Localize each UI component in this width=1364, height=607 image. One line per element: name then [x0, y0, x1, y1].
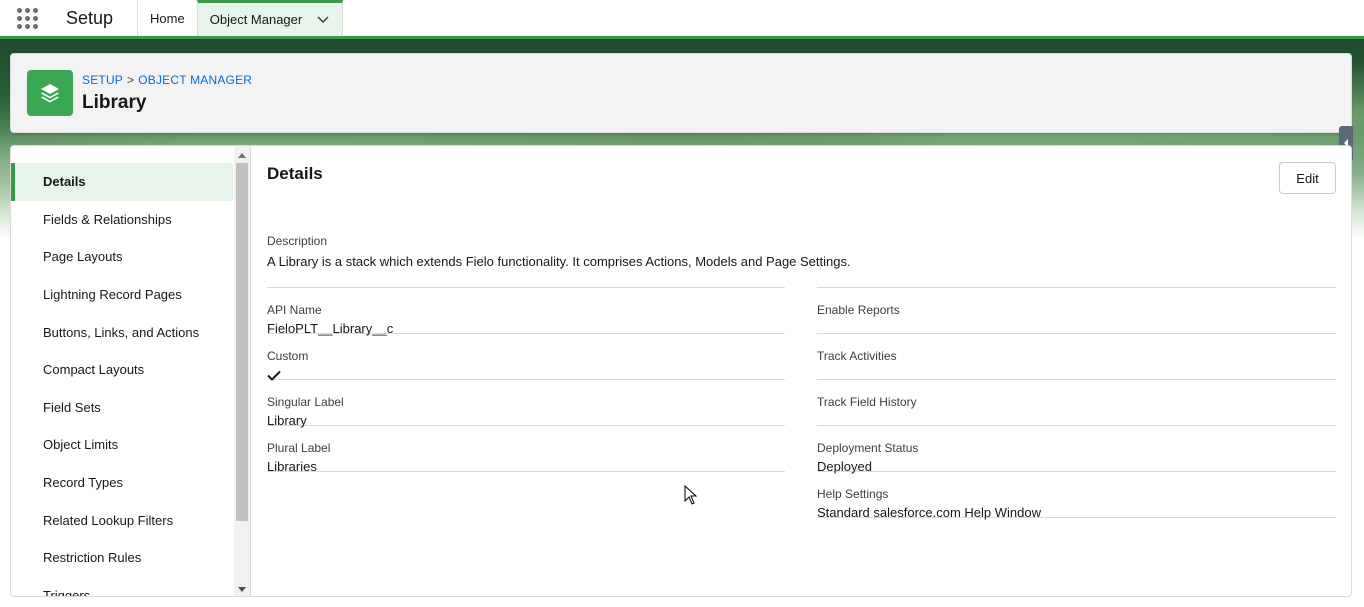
track-field-history-field: Track Field History	[817, 380, 1336, 426]
plural-label-label: Plural Label	[267, 441, 331, 455]
app-name: Setup	[66, 7, 114, 28]
page-header: SETUP > OBJECT MANAGER Library	[10, 53, 1353, 160]
breadcrumb-separator: >	[127, 72, 135, 87]
sidebar-scrollbar[interactable]	[234, 146, 250, 596]
description-field: Description A Library is a stack which e…	[267, 234, 1336, 270]
deployment-status-label: Deployment Status	[817, 441, 919, 455]
scroll-down-icon[interactable]	[234, 582, 250, 596]
sidebar-item-label: Fields & Relationships	[43, 211, 172, 227]
sidebar-item-restriction-rules[interactable]: Restriction Rules	[11, 539, 233, 577]
deployment-status-field: Deployment Status Deployed	[817, 426, 1336, 474]
details-panel: Details Edit Description A Library is a …	[267, 146, 1337, 596]
sidebar-item-label: Details	[43, 174, 86, 190]
sidebar-item-related-lookup-filters[interactable]: Related Lookup Filters	[11, 501, 233, 539]
track-activities-field: Track Activities	[817, 334, 1336, 380]
sidebar-item-label: Field Sets	[43, 399, 101, 415]
sidebar-item-label: Buttons, Links, and Actions	[43, 324, 200, 340]
app-launcher-icon	[16, 7, 38, 29]
sidebar-item-buttons-links-actions[interactable]: Buttons, Links, and Actions	[11, 313, 233, 351]
sidebar-item-compact-layouts[interactable]: Compact Layouts	[11, 351, 233, 389]
breadcrumb-setup[interactable]: SETUP	[82, 73, 123, 87]
sidebar-item-label: Record Types	[43, 475, 123, 491]
sidebar-item-label: Related Lookup Filters	[43, 512, 174, 528]
sidebar-item-label: Compact Layouts	[43, 362, 145, 378]
tab-home[interactable]: Home	[137, 0, 197, 36]
track-field-history-label: Track Field History	[817, 395, 917, 409]
sidebar-item-label: Restriction Rules	[43, 550, 142, 566]
sidebar-item-details[interactable]: Details	[11, 163, 233, 201]
sidebar: Details Fields & Relationships Page Layo…	[11, 146, 251, 597]
singular-label-label: Singular Label	[267, 395, 344, 409]
plural-label-field: Plural Label Libraries	[267, 426, 785, 474]
sidebar-item-triggers[interactable]: Triggers	[11, 577, 233, 597]
scrollbar-thumb[interactable]	[236, 163, 248, 521]
sidebar-item-record-types[interactable]: Record Types	[11, 464, 233, 502]
tab-object-manager-label: Object Manager	[209, 12, 303, 27]
help-settings-label: Help Settings	[817, 487, 889, 501]
chevron-down-icon[interactable]	[316, 13, 330, 27]
sidebar-item-label: Lightning Record Pages	[43, 287, 182, 303]
sidebar-item-label: Object Limits	[43, 437, 119, 453]
sidebar-item-field-sets[interactable]: Field Sets	[11, 389, 233, 427]
plural-label-value: Libraries	[267, 459, 317, 474]
app-launcher-button[interactable]	[0, 0, 54, 36]
main-container: Details Fields & Relationships Page Layo…	[10, 145, 1352, 597]
api-name-field: API Name FieloPLT__Library__c	[267, 288, 785, 336]
global-nav-bar: Setup Home Object Manager	[0, 0, 1364, 39]
tab-home-label: Home	[150, 10, 185, 26]
sidebar-item-lightning-record-pages[interactable]: Lightning Record Pages	[11, 276, 233, 314]
description-value: A Library is a stack which extends Fielo…	[267, 254, 851, 269]
breadcrumb-object-manager[interactable]: OBJECT MANAGER	[138, 73, 252, 87]
layers-icon	[27, 70, 73, 116]
tab-object-manager[interactable]: Object Manager	[196, 0, 344, 36]
enable-reports-label: Enable Reports	[817, 303, 900, 317]
details-heading: Details	[267, 164, 323, 183]
sidebar-list: Details Fields & Relationships Page Layo…	[11, 163, 233, 597]
track-activities-label: Track Activities	[817, 349, 897, 363]
sidebar-item-label: Page Layouts	[43, 249, 123, 265]
breadcrumb: SETUP > OBJECT MANAGER	[82, 73, 252, 87]
custom-label: Custom	[267, 349, 309, 363]
custom-field: Custom	[267, 334, 785, 381]
scroll-up-icon[interactable]	[234, 148, 250, 162]
sidebar-item-label: Triggers	[43, 587, 91, 597]
sidebar-item-fields-relationships[interactable]: Fields & Relationships	[11, 201, 233, 239]
help-settings-value: Standard salesforce.com Help Window	[817, 505, 1041, 520]
help-settings-field: Help Settings Standard salesforce.com He…	[817, 472, 1336, 520]
sidebar-item-object-limits[interactable]: Object Limits	[11, 426, 233, 464]
mouse-cursor-icon	[684, 485, 698, 505]
sidebar-item-page-layouts[interactable]: Page Layouts	[11, 238, 233, 276]
description-label: Description	[267, 234, 328, 248]
singular-label-field: Singular Label Library	[267, 380, 785, 428]
edit-button[interactable]: Edit	[1279, 162, 1336, 194]
api-name-label: API Name	[267, 303, 322, 317]
page-title: Library	[82, 91, 147, 113]
enable-reports-field: Enable Reports	[817, 288, 1336, 334]
